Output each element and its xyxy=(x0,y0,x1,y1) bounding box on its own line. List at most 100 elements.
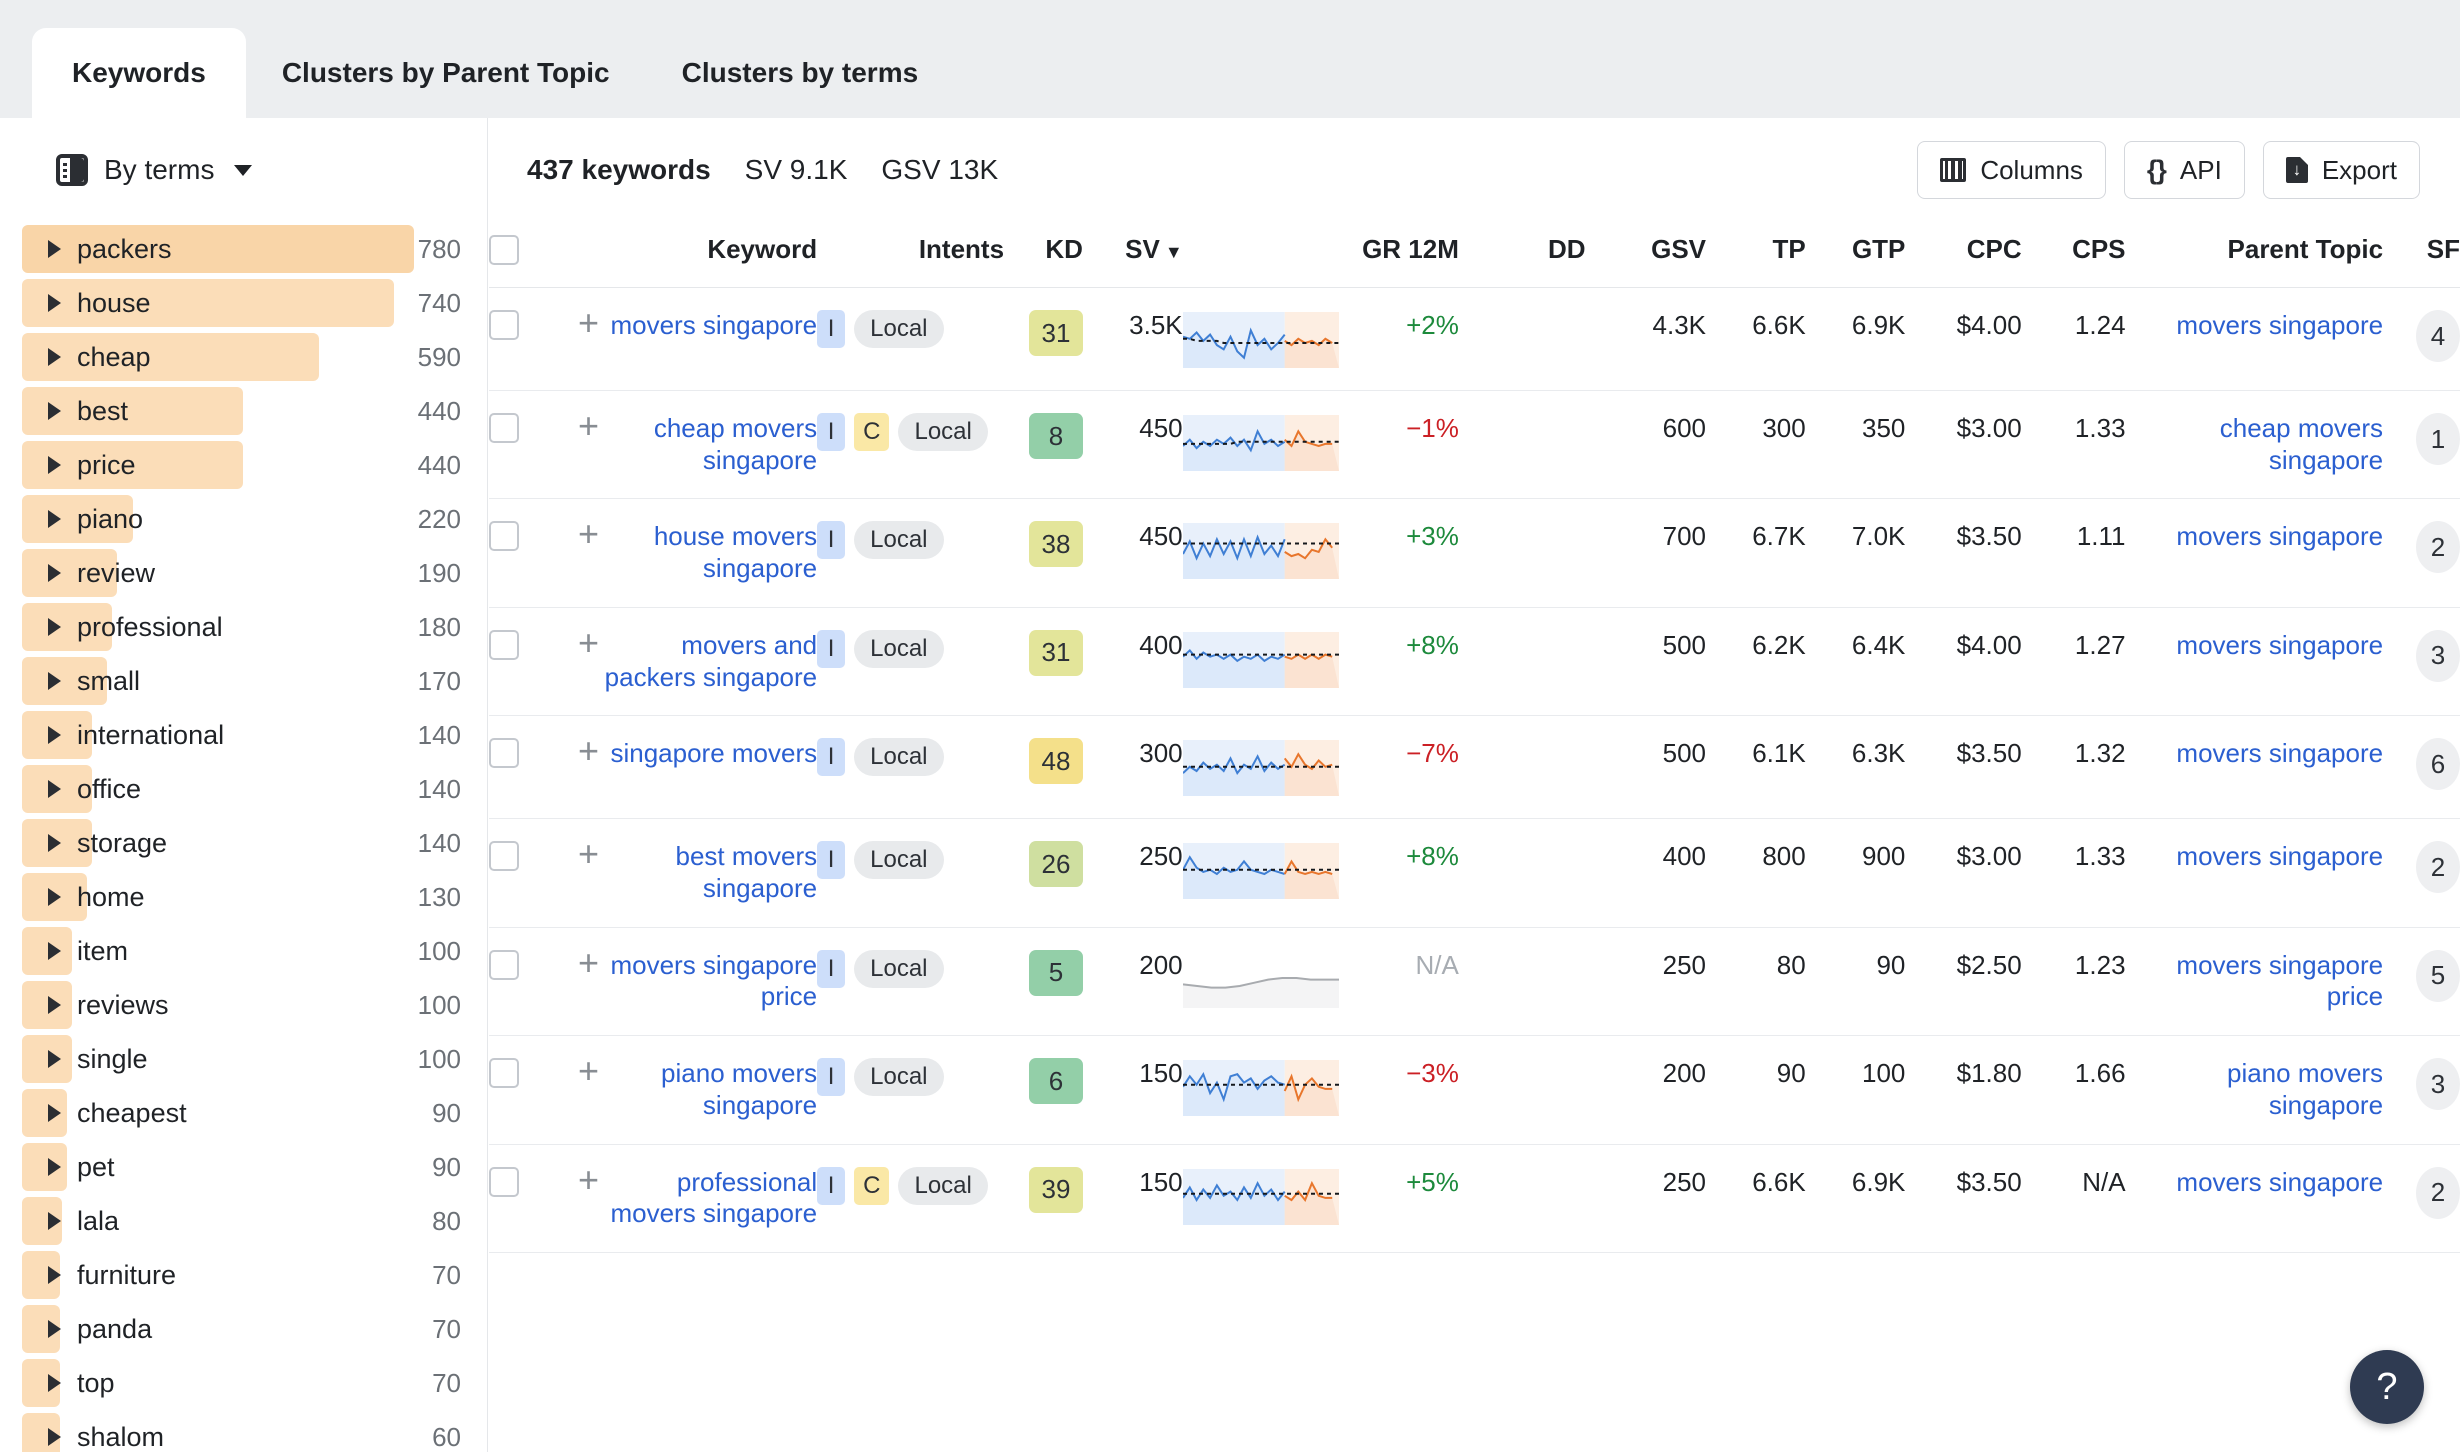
select-all-checkbox[interactable] xyxy=(489,235,519,265)
parent-topic-link[interactable]: movers singapore price xyxy=(2126,950,2384,1013)
expand-triangle-icon[interactable] xyxy=(48,888,61,906)
table-row[interactable]: +movers singaporeILocal313.5K+2%4.3K6.6K… xyxy=(489,288,2460,391)
add-keyword-icon[interactable]: + xyxy=(543,841,599,867)
export-button[interactable]: Export xyxy=(2263,141,2420,199)
expand-triangle-icon[interactable] xyxy=(48,672,61,690)
sidebar-term-price[interactable]: price440 xyxy=(22,438,477,492)
add-keyword-icon[interactable]: + xyxy=(543,1058,599,1084)
tab-clusters-by-parent-topic[interactable]: Clusters by Parent Topic xyxy=(246,28,646,118)
expand-triangle-icon[interactable] xyxy=(48,402,61,420)
row-checkbox[interactable] xyxy=(489,630,519,660)
keyword-link[interactable]: movers and packers singapore xyxy=(599,630,817,693)
add-keyword-icon[interactable]: + xyxy=(543,413,599,439)
add-keyword-icon[interactable]: + xyxy=(543,630,599,656)
sidebar-term-cheap[interactable]: cheap590 xyxy=(22,330,477,384)
sidebar-term-review[interactable]: review190 xyxy=(22,546,477,600)
table-row[interactable]: +movers singapore priceILocal5200N/A2508… xyxy=(489,927,2460,1035)
expand-triangle-icon[interactable] xyxy=(48,942,61,960)
sidebar-term-small[interactable]: small170 xyxy=(22,654,477,708)
expand-triangle-icon[interactable] xyxy=(48,1320,61,1338)
expand-triangle-icon[interactable] xyxy=(48,834,61,852)
keyword-link[interactable]: singapore movers xyxy=(610,738,817,770)
sidebar-term-professional[interactable]: professional180 xyxy=(22,600,477,654)
sidebar-term-shalom[interactable]: shalom60 xyxy=(22,1410,477,1452)
add-keyword-icon[interactable]: + xyxy=(543,310,599,336)
help-button[interactable]: ? xyxy=(2350,1350,2424,1424)
expand-triangle-icon[interactable] xyxy=(48,618,61,636)
add-keyword-icon[interactable]: + xyxy=(543,1167,599,1193)
table-row[interactable]: +cheap movers singaporeICLocal8450−1%600… xyxy=(489,391,2460,499)
sidebar-term-packers[interactable]: packers780 xyxy=(22,222,477,276)
col-header-keyword[interactable]: Keyword xyxy=(599,222,817,288)
expand-triangle-icon[interactable] xyxy=(48,456,61,474)
row-checkbox[interactable] xyxy=(489,738,519,768)
table-row[interactable]: +house movers singaporeILocal38450+3%700… xyxy=(489,499,2460,607)
parent-topic-link[interactable]: movers singapore xyxy=(2176,1167,2383,1199)
parent-topic-link[interactable]: piano movers singapore xyxy=(2126,1058,2384,1121)
sidebar-term-home[interactable]: home130 xyxy=(22,870,477,924)
expand-triangle-icon[interactable] xyxy=(48,564,61,582)
keyword-link[interactable]: best movers singapore xyxy=(599,841,817,904)
sidebar-term-top[interactable]: top70 xyxy=(22,1356,477,1410)
col-header-intents[interactable]: Intents xyxy=(817,222,1004,288)
sidebar-term-storage[interactable]: storage140 xyxy=(22,816,477,870)
sidebar-term-cheapest[interactable]: cheapest90 xyxy=(22,1086,477,1140)
table-row[interactable]: +singapore moversILocal48300−7%5006.1K6.… xyxy=(489,716,2460,819)
expand-triangle-icon[interactable] xyxy=(48,1158,61,1176)
sidebar-term-office[interactable]: office140 xyxy=(22,762,477,816)
col-header-tp[interactable]: TP xyxy=(1706,222,1806,288)
keyword-link[interactable]: movers singapore xyxy=(610,310,817,342)
row-checkbox[interactable] xyxy=(489,310,519,340)
table-row[interactable]: +professional movers singaporeICLocal391… xyxy=(489,1144,2460,1252)
table-row[interactable]: +best movers singaporeILocal26250+8%4008… xyxy=(489,819,2460,927)
row-checkbox[interactable] xyxy=(489,1167,519,1197)
parent-topic-link[interactable]: movers singapore xyxy=(2176,738,2383,770)
col-header-kd[interactable]: KD xyxy=(1004,222,1083,288)
col-header-gsv[interactable]: GSV xyxy=(1586,222,1706,288)
expand-triangle-icon[interactable] xyxy=(48,348,61,366)
add-keyword-icon[interactable]: + xyxy=(543,950,599,976)
parent-topic-link[interactable]: movers singapore xyxy=(2176,841,2383,873)
table-row[interactable]: +movers and packers singaporeILocal31400… xyxy=(489,607,2460,715)
sidebar-term-single[interactable]: single100 xyxy=(22,1032,477,1086)
expand-triangle-icon[interactable] xyxy=(48,240,61,258)
col-header-gtp[interactable]: GTP xyxy=(1806,222,1906,288)
expand-triangle-icon[interactable] xyxy=(48,510,61,528)
table-row[interactable]: +piano movers singaporeILocal6150−3%2009… xyxy=(489,1036,2460,1144)
expand-triangle-icon[interactable] xyxy=(48,1428,61,1446)
col-header-cpc[interactable]: CPC xyxy=(1905,222,2021,288)
keyword-link[interactable]: professional movers singapore xyxy=(599,1167,817,1230)
sidebar-term-item[interactable]: item100 xyxy=(22,924,477,978)
keyword-link[interactable]: movers singapore price xyxy=(599,950,817,1013)
col-header-sf[interactable]: SF xyxy=(2383,222,2460,288)
sidebar-term-panda[interactable]: panda70 xyxy=(22,1302,477,1356)
col-header-sv[interactable]: SV ▼ xyxy=(1083,222,1183,288)
expand-triangle-icon[interactable] xyxy=(48,294,61,312)
parent-topic-link[interactable]: movers singapore xyxy=(2176,310,2383,342)
keyword-link[interactable]: house movers singapore xyxy=(599,521,817,584)
row-checkbox[interactable] xyxy=(489,1058,519,1088)
api-button[interactable]: {} API xyxy=(2124,141,2245,199)
expand-triangle-icon[interactable] xyxy=(48,780,61,798)
add-keyword-icon[interactable]: + xyxy=(543,738,599,764)
sidebar-term-furniture[interactable]: furniture70 xyxy=(22,1248,477,1302)
col-header-dd[interactable]: DD xyxy=(1459,222,1586,288)
row-checkbox[interactable] xyxy=(489,841,519,871)
keyword-link[interactable]: piano movers singapore xyxy=(599,1058,817,1121)
grouping-selector[interactable]: By terms xyxy=(0,118,487,222)
sidebar-term-international[interactable]: international140 xyxy=(22,708,477,762)
add-keyword-icon[interactable]: + xyxy=(543,521,599,547)
sidebar-term-house[interactable]: house740 xyxy=(22,276,477,330)
parent-topic-link[interactable]: movers singapore xyxy=(2176,521,2383,553)
expand-triangle-icon[interactable] xyxy=(48,1050,61,1068)
expand-triangle-icon[interactable] xyxy=(48,1374,61,1392)
sidebar-term-piano[interactable]: piano220 xyxy=(22,492,477,546)
tab-keywords[interactable]: Keywords xyxy=(32,28,246,118)
row-checkbox[interactable] xyxy=(489,413,519,443)
columns-button[interactable]: Columns xyxy=(1917,141,2106,199)
sidebar-term-best[interactable]: best440 xyxy=(22,384,477,438)
col-header-parent-topic[interactable]: Parent Topic xyxy=(2126,222,2384,288)
sidebar-term-reviews[interactable]: reviews100 xyxy=(22,978,477,1032)
parent-topic-link[interactable]: movers singapore xyxy=(2176,630,2383,662)
parent-topic-link[interactable]: cheap movers singapore xyxy=(2126,413,2384,476)
